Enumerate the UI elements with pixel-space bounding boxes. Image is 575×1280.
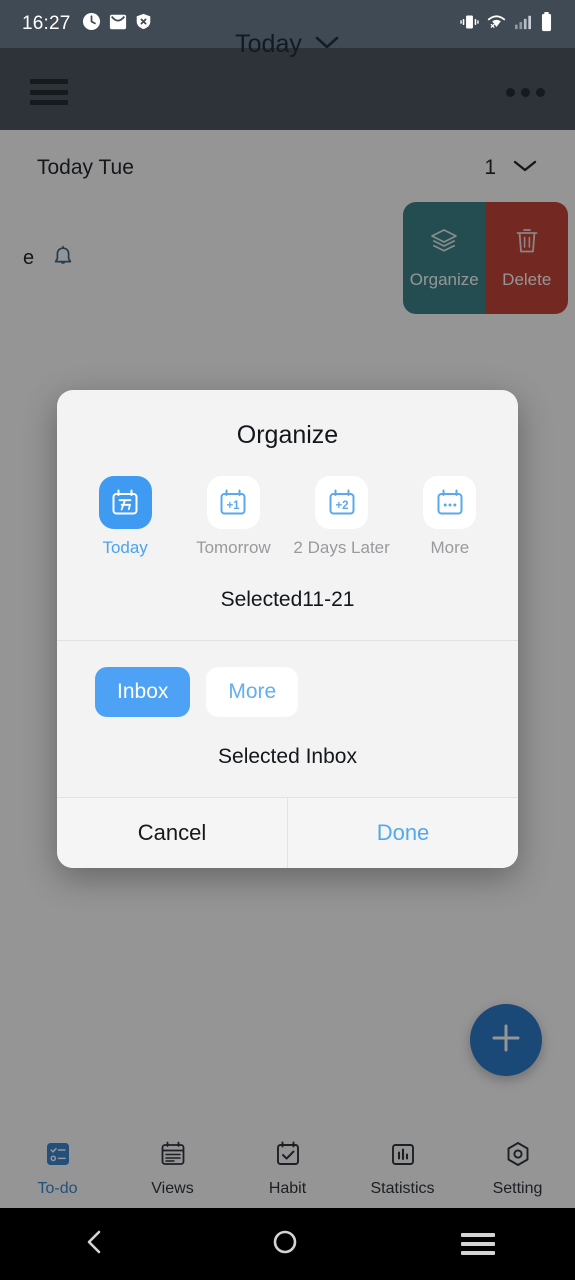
- list-option-more-label: More: [228, 680, 277, 703]
- svg-text:+2: +2: [335, 500, 348, 512]
- status-right-icons: [460, 11, 553, 37]
- selected-list-text: Selected Inbox: [218, 745, 357, 768]
- status-time: 16:27: [22, 13, 71, 34]
- list-option-more[interactable]: More: [206, 667, 299, 717]
- date-option-more[interactable]: More: [396, 476, 504, 558]
- android-nav-bar: [0, 1208, 575, 1280]
- calendar-today-icon: [98, 476, 152, 529]
- date-option-tomorrow[interactable]: +1 Tomorrow: [179, 476, 287, 558]
- done-button[interactable]: Done: [288, 798, 518, 868]
- battery-icon: [540, 11, 553, 37]
- mail-icon: [109, 13, 127, 36]
- calendar-plus-2-icon: +2: [315, 476, 369, 529]
- list-option-group: Inbox More: [57, 641, 518, 717]
- date-option-tomorrow-label: Tomorrow: [196, 538, 271, 557]
- cancel-button[interactable]: Cancel: [57, 798, 287, 868]
- vibrate-icon: [460, 14, 479, 35]
- home-circle-icon[interactable]: [270, 1227, 300, 1262]
- wifi-icon: [487, 14, 506, 35]
- date-option-today-label: Today: [102, 538, 148, 557]
- organize-dialog: Organize Today +1 Tomorrow +2 2 Days Lat…: [57, 390, 518, 868]
- date-option-today[interactable]: Today: [71, 476, 179, 558]
- calendar-more-icon: [423, 476, 477, 529]
- date-option-2-days-later-label: 2 Days Later: [293, 538, 390, 557]
- list-option-inbox-label: Inbox: [117, 680, 169, 703]
- clock-icon: [82, 12, 101, 36]
- shield-icon: [135, 13, 152, 35]
- dialog-title: Organize: [236, 421, 339, 449]
- date-option-group: Today +1 Tomorrow +2 2 Days Later More: [57, 450, 518, 558]
- svg-text:+1: +1: [227, 500, 241, 512]
- selected-date-text: Selected11-21: [220, 588, 355, 611]
- status-left-icons: [82, 12, 152, 36]
- date-option-2-days-later[interactable]: +2 2 Days Later: [288, 476, 396, 558]
- status-bar: 16:27: [0, 0, 575, 48]
- back-chevron-icon[interactable]: [80, 1227, 110, 1262]
- date-option-more-label: More: [430, 538, 470, 557]
- dialog-action-bar: Cancel Done: [57, 798, 518, 868]
- calendar-plus-1-icon: +1: [206, 476, 260, 529]
- list-option-inbox[interactable]: Inbox: [95, 667, 191, 717]
- recents-icon[interactable]: [460, 1233, 495, 1255]
- signal-icon: [514, 14, 532, 35]
